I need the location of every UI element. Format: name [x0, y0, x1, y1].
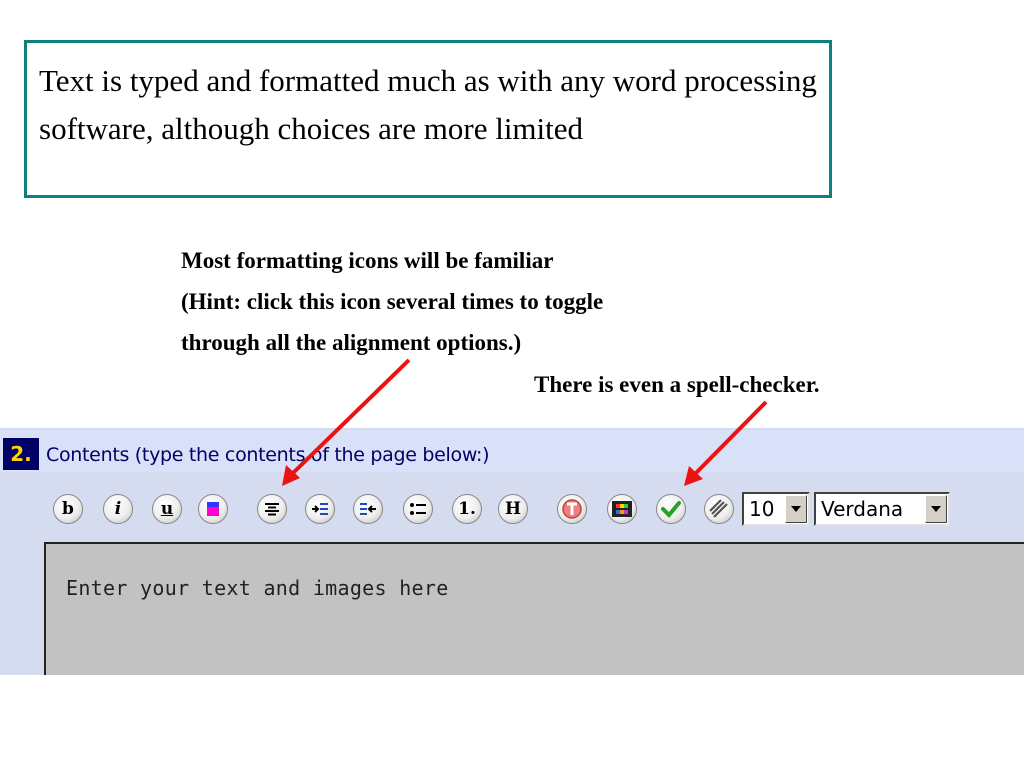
text-color-icon: [206, 501, 220, 517]
outdent-button[interactable]: [353, 494, 383, 524]
indent-icon: [311, 502, 329, 516]
font-family-value: Verdana: [821, 497, 904, 521]
editor-placeholder: Enter your text and images here: [66, 576, 449, 600]
formatting-note: Most formatting icons will be familiar (…: [181, 240, 603, 363]
formatting-note-line-2: (Hint: click this icon several times to …: [181, 289, 604, 314]
align-center-icon: [264, 502, 280, 516]
callout-box: Text is typed and formatted much as with…: [24, 40, 832, 198]
heading-button[interactable]: H: [498, 494, 528, 524]
italic-button[interactable]: i: [103, 494, 133, 524]
insert-link-button[interactable]: [704, 494, 734, 524]
numbered-list-icon: 1.: [458, 498, 476, 519]
numbered-list-button[interactable]: 1.: [452, 494, 482, 524]
formatting-toolbar: b i u 1. H 10 Verdana: [0, 472, 1024, 542]
align-center-button[interactable]: [257, 494, 287, 524]
insert-media-icon: [612, 501, 632, 517]
underline-icon: u: [160, 498, 174, 519]
spell-check-button[interactable]: [656, 494, 686, 524]
indent-button[interactable]: [305, 494, 335, 524]
section-number: 2.: [3, 438, 39, 470]
spell-check-icon: [661, 500, 681, 518]
underline-button[interactable]: u: [152, 494, 182, 524]
clear-format-button[interactable]: [557, 494, 587, 524]
insert-link-icon: [708, 498, 730, 520]
chevron-down-icon[interactable]: [785, 495, 807, 523]
outdent-icon: [359, 502, 377, 516]
bold-button[interactable]: b: [53, 494, 83, 524]
content-editor[interactable]: Enter your text and images here: [44, 542, 1024, 675]
formatting-note-line-3: through all the alignment options.): [181, 330, 522, 355]
font-size-value: 10: [749, 497, 775, 521]
insert-media-button[interactable]: [607, 494, 637, 524]
font-size-select[interactable]: 10: [742, 492, 810, 526]
bold-icon: b: [62, 498, 74, 519]
italic-icon: i: [114, 498, 122, 519]
heading-icon: H: [504, 498, 522, 519]
formatting-note-line-1: Most formatting icons will be familiar: [181, 248, 554, 273]
bullet-list-button[interactable]: [403, 494, 433, 524]
clear-format-icon: [561, 498, 583, 520]
section-header: 2. Contents (type the contents of the pa…: [0, 430, 1024, 472]
chevron-down-icon[interactable]: [925, 495, 947, 523]
section-title: Contents (type the contents of the page …: [46, 444, 490, 466]
bullet-list-icon: [409, 502, 427, 516]
text-color-button[interactable]: [198, 494, 228, 524]
editor-screenshot: 2. Contents (type the contents of the pa…: [0, 428, 1024, 675]
callout-text: Text is typed and formatted much as with…: [39, 63, 817, 146]
spell-checker-note: There is even a spell-checker.: [534, 372, 820, 397]
font-family-select[interactable]: Verdana: [814, 492, 950, 526]
